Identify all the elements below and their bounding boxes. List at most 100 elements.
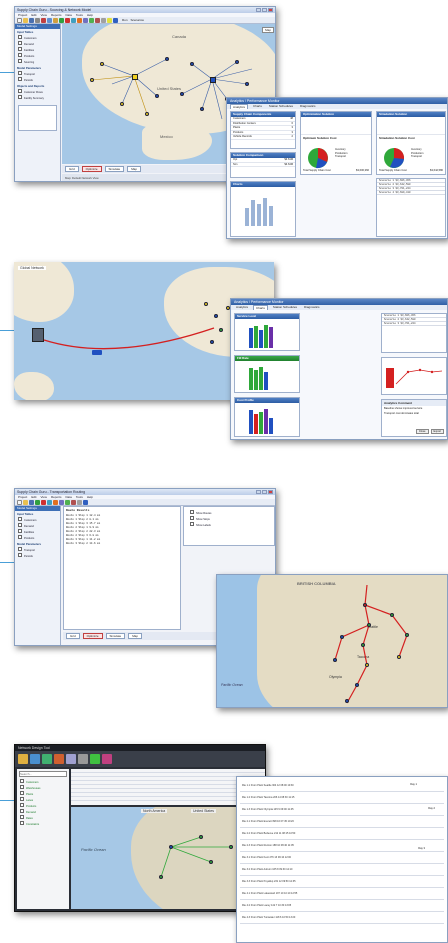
menu-project[interactable]: Project: [18, 495, 27, 499]
menu-help[interactable]: Help: [87, 13, 93, 17]
search-input[interactable]: [19, 771, 67, 777]
customer-node[interactable]: [200, 107, 204, 111]
table-row[interactable]: Rte 4.3 From Plant Tumwater 118 6 10:50 …: [240, 912, 444, 924]
stop-node[interactable]: [355, 683, 359, 687]
menu-data[interactable]: Data: [65, 13, 71, 17]
table-row[interactable]: Rte 2.1 From Plant Everett 398 16 07:45 …: [240, 816, 444, 828]
customer-node[interactable]: [204, 302, 208, 306]
tab-charts[interactable]: Charts: [253, 305, 268, 310]
maximize-button[interactable]: [262, 8, 267, 12]
regional-route-map[interactable]: BRITISH COLUMBIA Seattle Tacoma Olympia …: [216, 574, 448, 708]
stop-node[interactable]: [345, 699, 349, 703]
close-button[interactable]: Close: [415, 429, 429, 434]
stop-icon[interactable]: [41, 500, 46, 505]
menu-edit[interactable]: Edit: [31, 495, 36, 499]
maximize-button[interactable]: [262, 490, 267, 494]
open-icon[interactable]: [23, 500, 28, 505]
menu-view[interactable]: View: [41, 13, 47, 17]
pan-icon[interactable]: [101, 18, 106, 23]
facility-node[interactable]: [209, 860, 213, 864]
dc-node[interactable]: [210, 77, 216, 83]
stop-node[interactable]: [340, 635, 344, 639]
tab-optimize[interactable]: Optimize: [82, 633, 103, 639]
truck-icon[interactable]: [54, 754, 64, 764]
tab-diagnostics[interactable]: Diagnostics: [298, 104, 318, 109]
table-row[interactable]: Rte 1.2 From Plant Tacoma 206 14 08:30 1…: [240, 792, 444, 804]
menu-view[interactable]: View: [41, 495, 47, 499]
tab-charts[interactable]: Charts: [251, 104, 264, 109]
facility-node[interactable]: [199, 835, 203, 839]
customer-node[interactable]: [120, 102, 124, 106]
customer-node[interactable]: [180, 92, 184, 96]
menu-edit[interactable]: Edit: [31, 13, 36, 17]
tab-grid[interactable]: Grid: [65, 166, 79, 172]
export-icon[interactable]: [102, 754, 112, 764]
export-button[interactable]: Export: [430, 429, 444, 434]
stop-icon[interactable]: [65, 18, 70, 23]
zoom-out-icon[interactable]: [95, 18, 100, 23]
gear-icon[interactable]: [78, 754, 88, 764]
close-button[interactable]: [268, 490, 273, 494]
menu-help[interactable]: Help: [87, 495, 93, 499]
chart-icon[interactable]: [30, 754, 40, 764]
menu-data[interactable]: Data: [65, 495, 71, 499]
table-icon[interactable]: [59, 500, 64, 505]
zoom-in-icon[interactable]: [89, 18, 94, 23]
tab-analytics[interactable]: Analytics: [230, 104, 249, 109]
select-icon[interactable]: [107, 18, 112, 23]
tab-grid[interactable]: Grid: [66, 633, 80, 639]
table-row[interactable]: Rte 2.3 From Plant Renton 188 10 08:40 1…: [240, 840, 444, 852]
new-icon[interactable]: [17, 500, 22, 505]
table-row[interactable]: Rte 3.3 From Plant Puyallup 231 12 09:50…: [240, 876, 444, 888]
menu-reports[interactable]: Reports: [51, 495, 62, 499]
facility-node[interactable]: [229, 845, 233, 849]
close-button[interactable]: [268, 8, 273, 12]
toolbar-scenarios[interactable]: Scenarios: [131, 18, 144, 22]
help-icon[interactable]: [83, 500, 88, 505]
ship-icon[interactable]: [92, 350, 102, 355]
menu-project[interactable]: Project: [18, 13, 27, 17]
tab-station-schedules[interactable]: Station Schedules: [271, 305, 299, 310]
customer-node[interactable]: [245, 82, 249, 86]
new-icon[interactable]: [17, 18, 22, 23]
minimize-button[interactable]: [256, 8, 261, 12]
side-item-facility-summary[interactable]: Facility Summary: [15, 95, 60, 101]
print-icon[interactable]: [35, 18, 40, 23]
customer-node[interactable]: [219, 328, 223, 332]
filter-icon[interactable]: [77, 500, 82, 505]
customer-node[interactable]: [190, 62, 194, 66]
chart-icon[interactable]: [77, 18, 82, 23]
tab-map[interactable]: Map: [127, 166, 142, 172]
tab-simulate[interactable]: Simulate: [105, 633, 126, 639]
map-icon[interactable]: [42, 754, 52, 764]
table-icon[interactable]: [83, 18, 88, 23]
minimize-button[interactable]: [256, 490, 261, 494]
paste-icon[interactable]: [53, 18, 58, 23]
copy-icon[interactable]: [47, 18, 52, 23]
table-row[interactable]: Rte 3.2 From Plant Auburn 165 8 09:30 12…: [240, 864, 444, 876]
map-icon[interactable]: [47, 500, 52, 505]
tab-diagnostics[interactable]: Diagnostics: [302, 305, 322, 310]
open-icon[interactable]: [23, 18, 28, 23]
customer-node[interactable]: [210, 340, 214, 344]
factory-icon[interactable]: [32, 328, 44, 342]
stop-node[interactable]: [361, 643, 365, 647]
facility-node[interactable]: [169, 845, 173, 849]
table-row[interactable]: Rte 3.1 From Plant Kent 276 13 09:10 12:…: [240, 852, 444, 864]
run-icon[interactable]: [90, 754, 100, 764]
stop-node[interactable]: [367, 623, 371, 627]
toolbar-run[interactable]: Run: [122, 18, 128, 22]
save-icon[interactable]: [29, 18, 34, 23]
help-icon[interactable]: [113, 18, 118, 23]
stop-node[interactable]: [397, 655, 401, 659]
customer-node[interactable]: [145, 112, 149, 116]
tab-optimize[interactable]: Optimize: [81, 166, 102, 172]
facility-node[interactable]: [159, 875, 163, 879]
map-icon[interactable]: [71, 18, 76, 23]
zoom-out-icon[interactable]: [71, 500, 76, 505]
stop-node[interactable]: [405, 633, 409, 637]
stop-node[interactable]: [365, 663, 369, 667]
tab-map[interactable]: Map: [128, 633, 143, 639]
zoom-in-icon[interactable]: [65, 500, 70, 505]
folder-icon[interactable]: [18, 754, 28, 764]
